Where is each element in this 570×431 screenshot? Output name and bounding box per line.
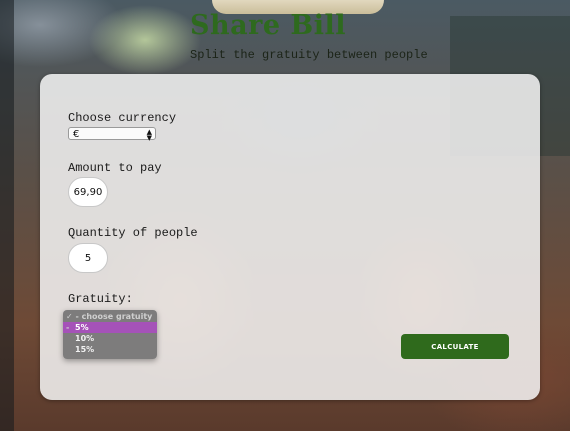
page-subtitle: Split the gratuity between people xyxy=(190,48,428,62)
gratuity-option-placeholder[interactable]: ✓ - choose gratuity - xyxy=(63,310,157,332)
currency-label: Choose currency xyxy=(68,111,177,125)
background-window-frame xyxy=(0,0,14,431)
gratuity-dropdown[interactable]: ✓ - choose gratuity - 5% 10% 15% xyxy=(63,310,157,359)
amount-input[interactable]: 69,90 xyxy=(68,177,108,207)
calculator-card: Choose currency € ▲ ▼ Amount to pay 69,90… xyxy=(40,74,540,400)
currency-select-value: € xyxy=(73,129,80,140)
page-header: Share Bill Split the gratuity between pe… xyxy=(190,10,428,62)
gratuity-option-15[interactable]: 15% xyxy=(63,344,157,355)
select-arrows-icon: ▲ ▼ xyxy=(146,128,152,142)
gratuity-option-10[interactable]: 10% xyxy=(63,333,157,344)
amount-input-value: 69,90 xyxy=(73,186,103,198)
calculate-button[interactable]: CALCULATE xyxy=(401,334,509,359)
gratuity-option-5[interactable]: 5% xyxy=(63,322,157,333)
people-label: Quantity of people xyxy=(68,226,198,240)
currency-select[interactable]: € ▲ ▼ xyxy=(68,127,156,142)
people-input[interactable]: 5 xyxy=(68,243,108,273)
page-title: Share Bill xyxy=(190,10,347,41)
people-input-value: 5 xyxy=(84,252,92,264)
amount-label: Amount to pay xyxy=(68,161,162,175)
gratuity-label: Gratuity: xyxy=(68,292,133,306)
